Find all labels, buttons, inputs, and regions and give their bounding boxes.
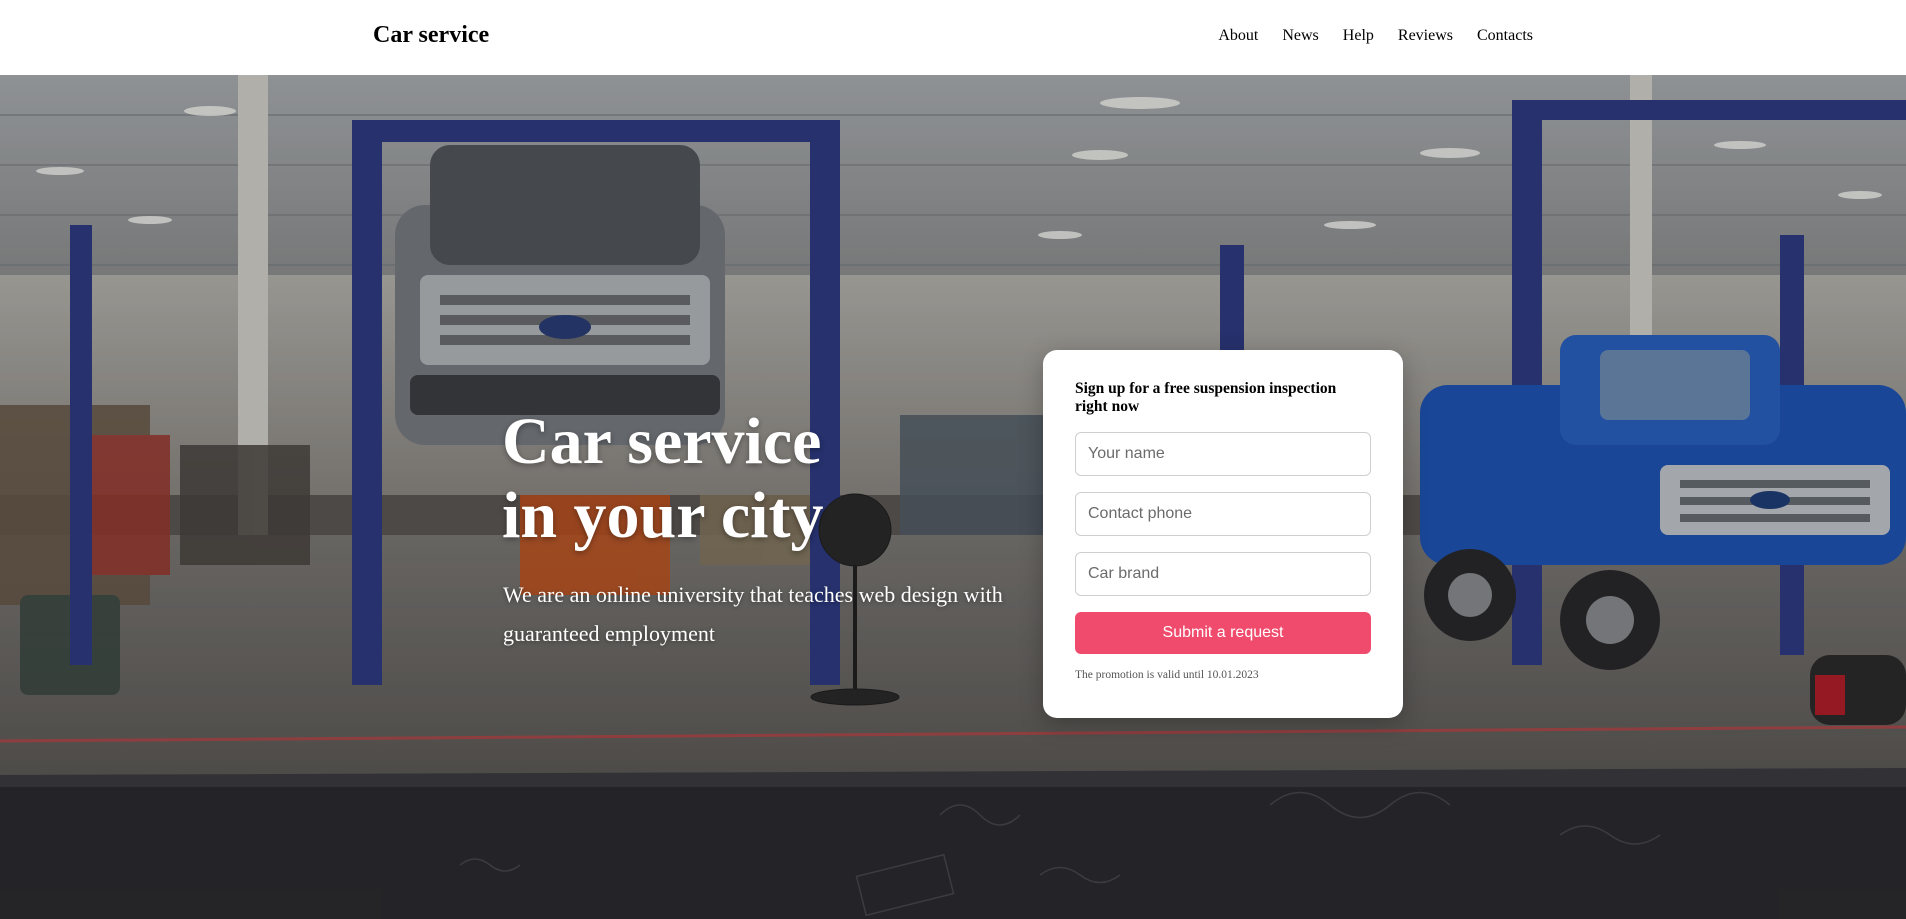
hero-dark-overlay xyxy=(0,75,1906,919)
site-logo[interactable]: Car service xyxy=(373,22,489,49)
nav-reviews[interactable]: Reviews xyxy=(1398,27,1453,45)
form-title: Sign up for a free suspension inspection… xyxy=(1075,380,1337,415)
nav-contacts[interactable]: Contacts xyxy=(1477,27,1533,45)
hero-title: Car service in your city xyxy=(502,405,823,553)
promotion-note: The promotion is valid until 10.01.2023 xyxy=(1075,669,1259,681)
hero-title-line-2: in your city xyxy=(502,479,824,552)
nav-news[interactable]: News xyxy=(1282,27,1318,45)
hero-subtitle: We are an online university that teaches… xyxy=(503,582,1003,646)
main-nav: About News Help Reviews Contacts xyxy=(1194,27,1533,45)
submit-request-button[interactable]: Submit a request xyxy=(1075,612,1371,654)
name-input[interactable] xyxy=(1075,432,1371,476)
car-brand-input[interactable] xyxy=(1075,552,1371,596)
nav-help[interactable]: Help xyxy=(1343,27,1374,45)
hero-section: Car service in your city We are an onlin… xyxy=(0,75,1906,919)
inspection-signup-form: Sign up for a free suspension inspection… xyxy=(1043,350,1403,718)
phone-input[interactable] xyxy=(1075,492,1371,536)
site-header: Car service About News Help Reviews Cont… xyxy=(0,0,1906,75)
nav-about[interactable]: About xyxy=(1218,27,1258,45)
hero-title-line-1: Car service xyxy=(502,405,822,478)
